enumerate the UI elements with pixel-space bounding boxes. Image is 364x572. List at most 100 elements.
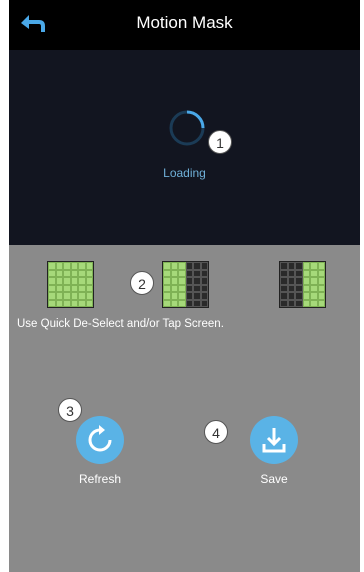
save-button[interactable] (250, 416, 298, 464)
select-right-half-grid[interactable] (279, 261, 326, 308)
mask-cell (85, 269, 93, 277)
mask-cell (280, 284, 288, 292)
download-icon (262, 428, 286, 453)
mask-cell (317, 292, 325, 300)
mask-cell (85, 262, 93, 270)
mask-cell (178, 277, 186, 285)
mask-cell (280, 277, 288, 285)
mask-cell (280, 292, 288, 300)
mask-cell (63, 299, 71, 307)
mask-cell (310, 262, 318, 270)
mask-cell (163, 284, 171, 292)
mask-cell (185, 292, 193, 300)
mask-cell (193, 284, 201, 292)
mask-cell (78, 262, 86, 270)
page-title: Motion Mask (136, 13, 233, 32)
mask-cell (55, 262, 63, 270)
camera-preview[interactable]: Loading 1 (9, 50, 360, 245)
mask-cell (302, 277, 310, 285)
mask-cell (200, 269, 208, 277)
refresh-button[interactable] (76, 416, 124, 464)
mask-cell (170, 299, 178, 307)
select-all-grid[interactable] (47, 261, 94, 308)
mask-cell (70, 299, 78, 307)
mask-cell (317, 277, 325, 285)
mask-cell (178, 299, 186, 307)
mask-cell (185, 277, 193, 285)
mask-cell (295, 299, 303, 307)
mask-cell (78, 292, 86, 300)
mask-cell (310, 292, 318, 300)
mask-cell (200, 284, 208, 292)
mask-cell (287, 292, 295, 300)
mask-cell (317, 299, 325, 307)
mask-cell (295, 269, 303, 277)
mask-cell (170, 292, 178, 300)
mask-cell (55, 292, 63, 300)
mask-cell (280, 299, 288, 307)
loading-spinner-icon (169, 110, 205, 146)
mask-cell (163, 292, 171, 300)
mask-cell (185, 269, 193, 277)
mask-cell (63, 277, 71, 285)
mask-cell (200, 299, 208, 307)
mask-cell (287, 299, 295, 307)
mask-cell (280, 262, 288, 270)
mask-cell (63, 284, 71, 292)
app-header: Motion Mask (9, 0, 360, 50)
mask-cell (178, 292, 186, 300)
save-label: Save (260, 472, 288, 486)
mask-cell (200, 292, 208, 300)
mask-cell (163, 299, 171, 307)
mask-cell (302, 299, 310, 307)
mask-cell (302, 262, 310, 270)
mask-cell (295, 284, 303, 292)
mask-cell (48, 277, 56, 285)
mask-cell (287, 262, 295, 270)
mask-cell (200, 262, 208, 270)
mask-cell (310, 277, 318, 285)
mask-cell (78, 284, 86, 292)
mask-cell (85, 292, 93, 300)
refresh-icon (88, 425, 112, 452)
mask-cell (178, 262, 186, 270)
callout-badge-1: 1 (208, 130, 232, 154)
mask-cell (70, 277, 78, 285)
select-left-half-grid[interactable] (162, 261, 209, 308)
mask-cell (193, 292, 201, 300)
mask-cell (193, 277, 201, 285)
mask-cell (185, 284, 193, 292)
mask-cell (185, 262, 193, 270)
callout-badge-4: 4 (204, 420, 228, 444)
mask-cell (310, 269, 318, 277)
mask-cell (48, 284, 56, 292)
mask-cell (287, 269, 295, 277)
mask-cell (48, 299, 56, 307)
mask-cell (48, 292, 56, 300)
mask-cell (193, 269, 201, 277)
mask-cell (193, 262, 201, 270)
mask-cell (55, 299, 63, 307)
mask-cell (310, 299, 318, 307)
mask-cell (85, 284, 93, 292)
mask-cell (78, 277, 86, 285)
mask-cell (163, 277, 171, 285)
mask-cell (200, 277, 208, 285)
mask-cell (55, 269, 63, 277)
mask-cell (78, 299, 86, 307)
mask-cell (170, 284, 178, 292)
mask-cell (193, 299, 201, 307)
mask-cell (163, 269, 171, 277)
mask-cell (317, 262, 325, 270)
refresh-label: Refresh (78, 472, 122, 486)
instruction-text: Use Quick De-Select and/or Tap Screen. (17, 318, 224, 330)
mask-cell (295, 262, 303, 270)
mask-cell (295, 292, 303, 300)
mask-cell (55, 284, 63, 292)
mask-cell (280, 269, 288, 277)
mask-cell (170, 277, 178, 285)
mask-cell (63, 292, 71, 300)
mask-cell (78, 269, 86, 277)
mask-cell (310, 284, 318, 292)
mask-cell (287, 284, 295, 292)
